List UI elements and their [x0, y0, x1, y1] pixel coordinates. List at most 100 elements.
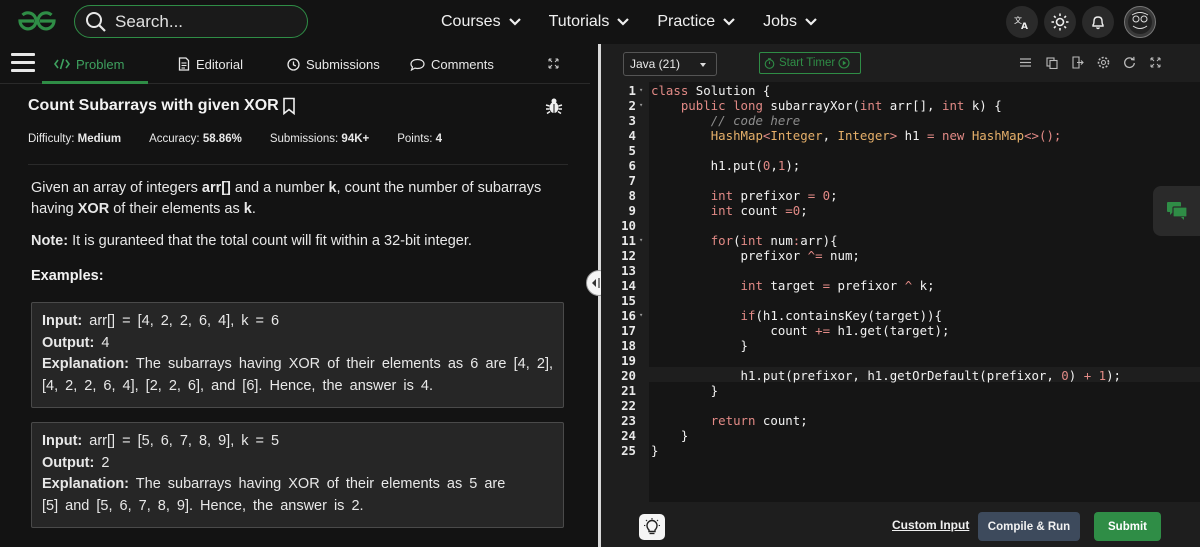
nav-practice[interactable]: Practice — [657, 13, 735, 31]
code-text: int target = prefixor ^ k; — [740, 278, 935, 293]
problem-description: Given an array of integers arr[] and a n… — [31, 180, 542, 217]
lightbulb-icon — [644, 518, 660, 535]
play-icon — [838, 57, 850, 69]
bookmark-icon[interactable] — [282, 97, 296, 115]
nav-tutorials[interactable]: Tutorials — [549, 13, 630, 31]
timer-icon — [764, 57, 775, 69]
chat-button[interactable] — [1153, 186, 1200, 236]
editor-toolbar: Java (21) Start Timer — [601, 44, 1200, 82]
custom-input-link[interactable]: Custom Input — [892, 518, 969, 532]
search-icon — [86, 11, 106, 32]
hint-button[interactable] — [639, 514, 665, 540]
translate-icon: 文 A — [1014, 15, 1028, 30]
line-number: 9 — [628, 203, 636, 218]
editor-panel: Java (21) Start Timer 1 ▾ class Solution… — [601, 44, 1200, 547]
code-icon — [54, 58, 70, 70]
language-select[interactable]: Java (21) — [623, 52, 717, 76]
chevron-down-icon — [700, 63, 706, 67]
line-number: 22 — [621, 398, 636, 413]
line-number: 24 — [621, 428, 636, 443]
geeksforgeeks-logo[interactable] — [12, 8, 62, 34]
reset-code-icon[interactable] — [1123, 56, 1136, 69]
code-text: h1.put(0,1); — [651, 158, 801, 173]
tab-comments[interactable]: Comments — [410, 44, 494, 84]
example-box: Input: arr[] = [5, 6, 7, 8, 9], k = 5 Ou… — [31, 422, 564, 528]
top-navbar: Search... Courses Tutorials Practice Job… — [0, 0, 1200, 44]
search-bar[interactable]: Search... — [74, 5, 308, 38]
code-text: // code here — [710, 113, 801, 128]
chat-icon — [1166, 202, 1188, 220]
code-text: if(h1.containsKey(target)){ — [740, 308, 942, 323]
tab-problem-label: Problem — [76, 56, 125, 72]
nav-courses-label: Courses — [441, 13, 501, 30]
fold-arrow-icon[interactable]: ▾ — [639, 308, 643, 323]
example-explanation: Explanation: The subarrays having XOR of… — [42, 356, 553, 394]
points: Points: 4 — [397, 133, 443, 145]
menu-icon[interactable] — [11, 53, 35, 73]
document-icon — [178, 57, 190, 71]
accuracy: Accuracy: 58.86% — [149, 133, 242, 145]
line-number: 2 — [628, 98, 636, 113]
export-file-icon[interactable] — [1071, 56, 1084, 69]
nav-jobs[interactable]: Jobs — [763, 13, 817, 31]
line-number: 16 — [621, 308, 636, 323]
fullscreen-icon[interactable] — [548, 58, 559, 69]
line-number: 15 — [621, 293, 636, 308]
nav-courses[interactable]: Courses — [441, 13, 521, 31]
svg-text:A: A — [1021, 22, 1028, 30]
copy-icon[interactable] — [1045, 56, 1058, 69]
fullscreen-icon[interactable] — [1149, 56, 1162, 69]
problem-panel: Problem Editorial Submissions Comments C… — [0, 44, 590, 547]
translate-button[interactable]: 文 A — [1006, 6, 1038, 38]
line-number: 12 — [621, 248, 636, 263]
code-text: } — [651, 383, 719, 398]
nav-jobs-label: Jobs — [763, 13, 797, 30]
line-number: 14 — [621, 278, 636, 293]
line-number: 13 — [621, 263, 636, 278]
avatar[interactable] — [1124, 6, 1156, 38]
format-code-icon[interactable] — [1019, 56, 1032, 69]
line-number: 17 — [621, 323, 636, 338]
fold-arrow-icon[interactable]: ▾ — [639, 98, 643, 113]
search-placeholder: Search... — [115, 11, 184, 31]
line-number: 10 — [621, 218, 636, 233]
code-text: h1.put(prefixor, h1.getOrDefault(prefixo… — [651, 368, 1122, 383]
line-number: 23 — [621, 413, 636, 428]
tab-problem[interactable]: Problem — [54, 44, 124, 84]
line-number: 21 — [621, 383, 636, 398]
chevron-down-icon — [805, 18, 817, 26]
settings-icon[interactable] — [1097, 56, 1110, 69]
problem-title-text: Count Subarrays with given XOR — [28, 97, 279, 114]
tab-comments-label: Comments — [431, 56, 494, 72]
sun-icon — [1051, 13, 1069, 31]
code-text: HashMap<Integer, Integer> h1 = new HashM… — [710, 128, 1062, 143]
code-text: } — [651, 338, 748, 353]
fold-arrow-icon[interactable]: ▾ — [639, 233, 643, 248]
line-number: 6 — [628, 158, 636, 173]
start-timer-label: Start Timer — [779, 57, 836, 69]
main-nav: Courses Tutorials Practice Jobs — [441, 0, 845, 44]
code-text: int prefixor = 0; — [710, 188, 838, 203]
line-number: 25 — [621, 443, 636, 458]
line-number: 3 — [628, 113, 636, 128]
tab-editorial[interactable]: Editorial — [178, 44, 243, 84]
tab-submissions[interactable]: Submissions — [287, 44, 380, 84]
line-number: 5 — [628, 143, 636, 158]
nav-practice-label: Practice — [657, 13, 716, 30]
example-input: Input: arr[] = [5, 6, 7, 8, 9], k = 5 — [42, 433, 280, 449]
editor-tools — [1019, 56, 1175, 69]
example-input: Input: arr[] = [4, 2, 2, 6, 4], k = 6 — [42, 313, 280, 329]
compile-run-button[interactable]: Compile & Run — [978, 512, 1080, 541]
active-tab-indicator — [42, 81, 148, 84]
theme-toggle-button[interactable] — [1044, 6, 1076, 38]
report-bug-icon[interactable] — [545, 97, 563, 115]
start-timer-button[interactable]: Start Timer — [759, 52, 861, 74]
line-number: 7 — [628, 173, 636, 188]
code-editor[interactable]: 1 ▾ class Solution {2 ▾ public long subarra… — [601, 82, 1200, 502]
notifications-button[interactable] — [1082, 6, 1114, 38]
fold-arrow-icon[interactable]: ▾ — [639, 83, 643, 98]
submit-button[interactable]: Submit — [1094, 512, 1161, 541]
divider — [28, 164, 568, 165]
code-text: public long subarrayXor(int arr[], int k… — [680, 98, 1002, 113]
line-number: 11 — [621, 233, 636, 248]
